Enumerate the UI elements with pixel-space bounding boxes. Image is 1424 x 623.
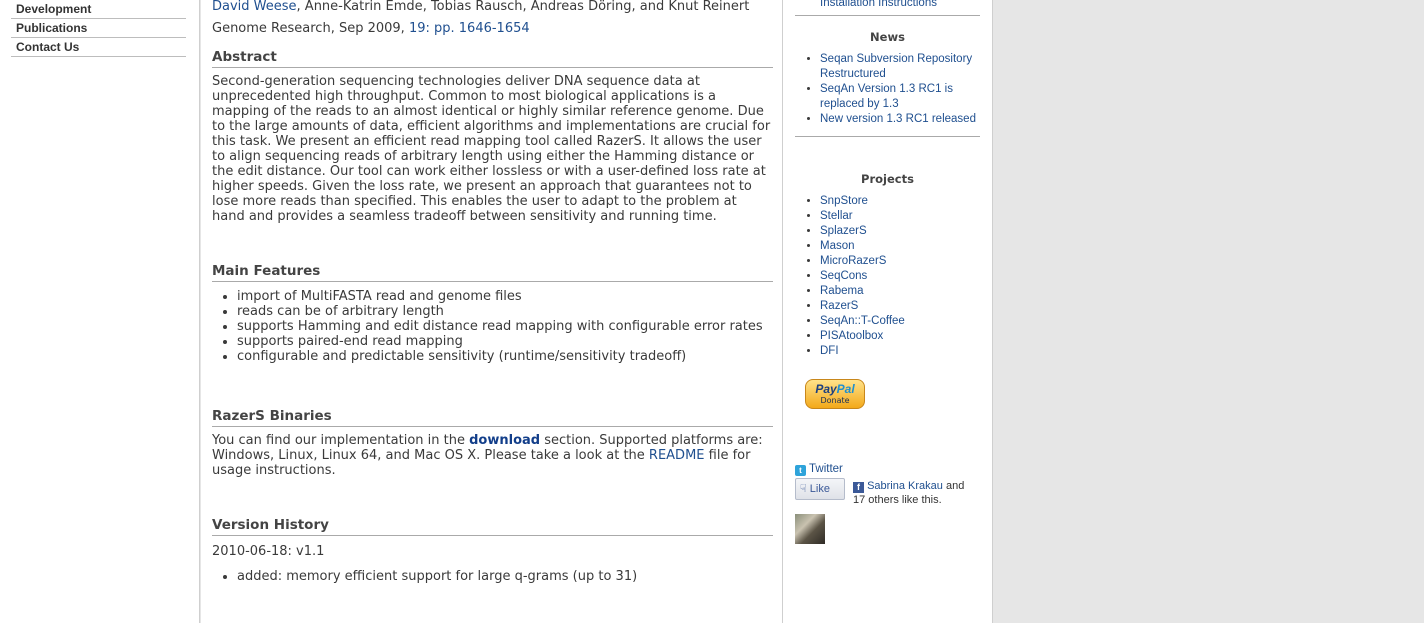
list-item: reads can be of arbitrary length: [237, 304, 773, 319]
twitter-link[interactable]: t Twitter: [795, 463, 843, 476]
features-heading: Main Features: [212, 263, 773, 282]
like-label: Like: [809, 483, 830, 495]
version-changes-list: added: memory efficient support for larg…: [212, 569, 773, 584]
download-link[interactable]: download: [469, 433, 540, 448]
abstract-text: Second-generation sequencing technologie…: [212, 74, 771, 224]
paypal-donate-button[interactable]: PayPal Donate: [805, 379, 865, 409]
journal-name: Genome Research, Sep 2009,: [212, 21, 405, 36]
project-link-dfi[interactable]: DFI: [820, 345, 839, 357]
project-link-razers[interactable]: RazerS: [820, 300, 858, 312]
features-list: import of MultiFASTA read and genome fil…: [212, 289, 773, 364]
project-link-stellar[interactable]: Stellar: [820, 210, 853, 222]
left-navigation: Development Publications Contact Us: [0, 0, 200, 623]
paper-citation: David Weese, Anne-Katrin Emde, Tobias Ra…: [212, 0, 750, 36]
binaries-text-start: You can find our implementation in the: [212, 433, 465, 448]
divider: [795, 15, 980, 16]
facebook-like-button[interactable]: ☟ Like: [795, 478, 845, 500]
readme-link[interactable]: README: [649, 448, 705, 463]
facebook-friend-link[interactable]: Sabrina Krakau: [867, 480, 943, 492]
project-link-splazers[interactable]: SplazerS: [820, 225, 867, 237]
news-list: Seqan Subversion Repository Restructured…: [795, 52, 980, 127]
projects-title: Projects: [861, 172, 914, 186]
facebook-social-text: f Sabrina Krakau and 17 others like this…: [853, 479, 973, 507]
nav-item-development[interactable]: Development: [11, 0, 186, 19]
nav-item-contact-us[interactable]: Contact Us: [11, 38, 186, 57]
project-link-seqcons[interactable]: SeqCons: [820, 270, 867, 282]
project-link-rabema[interactable]: Rabema: [820, 285, 863, 297]
twitter-label[interactable]: Twitter: [809, 463, 843, 475]
list-item: supports Hamming and edit distance read …: [237, 319, 773, 334]
version-history-heading: Version History: [212, 517, 773, 536]
list-item: added: memory efficient support for larg…: [237, 569, 773, 584]
author-reinert: Knut Reinert: [668, 0, 750, 14]
author-link-weese[interactable]: David Weese: [212, 0, 297, 14]
paypal-donate-label: Donate: [820, 396, 850, 405]
paypal-logo-b: Pal: [836, 382, 855, 396]
projects-list: SnpStore Stellar SplazerS Mason MicroRaz…: [795, 194, 980, 359]
version-label: 2010-06-18: v1.1: [212, 544, 325, 559]
list-item: supports paired-end read mapping: [237, 334, 773, 349]
paypal-logo-a: Pay: [815, 382, 837, 396]
main-content: David Weese, Anne-Katrin Emde, Tobias Ra…: [201, 0, 783, 623]
project-link-seqan-tcoffee[interactable]: SeqAn::T-Coffee: [820, 315, 905, 327]
project-link-pisatoolbox[interactable]: PISAtoolbox: [820, 330, 883, 342]
avatar[interactable]: [795, 514, 825, 544]
news-title: News: [870, 30, 905, 44]
author-emde: Anne-Katrin Emde: [304, 0, 423, 14]
news-item-link[interactable]: New version 1.3 RC1 released: [820, 113, 976, 125]
binaries-heading: RazerS Binaries: [212, 408, 773, 427]
project-link-microrazers[interactable]: MicroRazerS: [820, 255, 886, 267]
project-link-mason[interactable]: Mason: [820, 240, 855, 252]
list-item: import of MultiFASTA read and genome fil…: [237, 289, 773, 304]
nav-item-publications[interactable]: Publications: [11, 19, 186, 38]
news-item-link[interactable]: Seqan Subversion Repository Restructured: [820, 53, 972, 80]
fb-and: and: [945, 480, 965, 492]
installation-instructions-link[interactable]: Installation Instructions: [820, 0, 937, 9]
fb-others-text: 17 others like this.: [853, 494, 942, 506]
list-item: configurable and predictable sensitivity…: [237, 349, 773, 364]
binaries-text: You can find our implementation in the d…: [212, 433, 773, 478]
author-doring: Andreas Döring: [530, 0, 632, 14]
project-link-snpstore[interactable]: SnpStore: [820, 195, 868, 207]
thumbs-up-icon: ☟: [800, 483, 807, 495]
news-item-link[interactable]: SeqAn Version 1.3 RC1 is replaced by 1.3: [820, 83, 953, 110]
twitter-icon: t: [795, 465, 806, 476]
facebook-icon: f: [853, 482, 864, 493]
nav-menu: Development Publications Contact Us: [11, 0, 186, 57]
abstract-heading: Abstract: [212, 49, 773, 68]
right-sidebar: Installation Instructions News Seqan Sub…: [783, 0, 993, 623]
divider: [795, 136, 980, 137]
volume-pages-link[interactable]: 19: pp. 1646-1654: [409, 21, 530, 36]
author-rausch: Tobias Rausch: [430, 0, 523, 14]
